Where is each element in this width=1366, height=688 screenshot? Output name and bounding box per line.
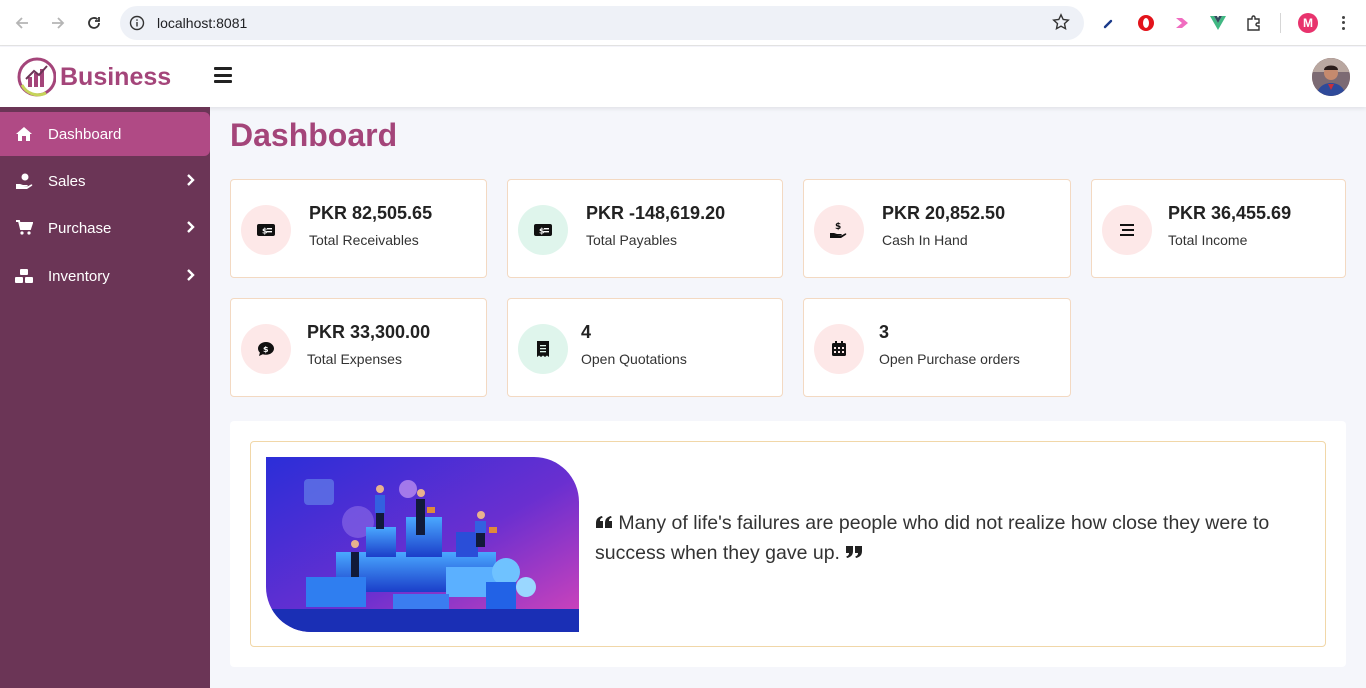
app-logo[interactable]: Business [16,55,171,99]
sidebar-item-purchase[interactable]: Purchase [0,206,210,250]
stat-value: 3 [879,322,890,342]
stat-label: Total Expenses [307,351,402,367]
sidebar-item-label: Dashboard [48,125,122,143]
app-header: Business [0,47,1366,107]
stat-label: Total Income [1168,232,1248,248]
extension-pen-icon[interactable] [1098,12,1120,34]
logo-text: Business [60,62,172,91]
stat-value: 4 [581,322,592,342]
stat-value: PKR 36,455.69 [1168,203,1292,223]
stat-value: PKR 20,852.50 [882,203,1006,223]
home-icon [0,126,48,142]
stat-label: Cash In Hand [882,232,968,248]
quote-text: Many of life's failures are people who d… [595,512,1270,564]
address-bar[interactable]: localhost:8081 [120,6,1084,40]
stat-card-income[interactable]: PKR 36,455.69 Total Income [1091,179,1346,278]
sidebar: Dashboard Sales Purchase Inventory [0,107,210,688]
sidebar-item-label: Purchase [48,219,112,237]
extension-vue-icon[interactable] [1207,12,1229,34]
stat-card-purchase-orders[interactable]: 3 Open Purchase orders [803,298,1071,397]
money-bill-icon: $ [518,205,568,255]
user-avatar[interactable] [1312,58,1350,96]
chevron-right-icon [187,221,195,233]
stat-card-cash-in-hand[interactable]: $ PKR 20,852.50 Cash In Hand [803,179,1071,278]
extensions-puzzle-icon[interactable] [1243,12,1265,34]
calendar-icon [814,324,864,374]
receipt-icon [518,324,568,374]
menu-toggle-icon[interactable] [214,67,232,83]
business-team-illustration [266,457,579,632]
browser-toolbar: localhost:8081 M [0,0,1366,46]
profile-avatar[interactable]: M [1298,13,1318,33]
sidebar-item-label: Inventory [48,267,110,285]
boxes-icon [0,268,48,284]
stat-value: PKR -148,619.20 [586,203,726,223]
svg-text:$: $ [263,345,269,354]
extension-arrow-icon[interactable] [1171,12,1193,34]
stat-value: PKR 33,300.00 [307,322,431,342]
toolbar-divider [1280,13,1281,33]
sidebar-item-label: Sales [48,172,86,190]
chevron-right-icon [187,269,195,281]
browser-menu-icon[interactable] [1336,12,1350,34]
stat-value: PKR 82,505.65 [309,203,433,223]
arrow-left-icon [15,17,28,29]
hand-coin-icon [0,172,48,190]
hand-dollar-icon: $ [814,205,864,255]
sidebar-item-inventory[interactable]: Inventory [0,254,210,298]
quote-card: Many of life's failures are people who d… [250,441,1326,647]
chevron-right-icon [187,174,195,186]
sidebar-item-sales[interactable]: Sales [0,159,210,203]
extension-opera-icon[interactable] [1135,12,1157,34]
stat-card-expenses[interactable]: $ PKR 33,300.00 Total Expenses [230,298,487,397]
lines-icon [1102,205,1152,255]
dollar-chat-icon: $ [241,324,291,374]
quote-close-icon [845,542,863,564]
page-title: Dashboard [230,117,398,153]
bookmark-star-icon[interactable] [1052,13,1070,36]
sidebar-item-dashboard[interactable]: Dashboard [0,112,210,156]
quote-open-icon [595,512,618,534]
back-button[interactable] [4,5,40,41]
quote-panel: Many of life's failures are people who d… [230,421,1346,667]
stat-card-receivables[interactable]: $ PKR 82,505.65 Total Receivables [230,179,487,278]
stat-card-quotations[interactable]: 4 Open Quotations [507,298,783,397]
stat-card-payables[interactable]: $ PKR -148,619.20 Total Payables [507,179,783,278]
svg-text:$: $ [835,222,841,232]
stat-label: Open Quotations [581,351,687,367]
site-info-icon[interactable] [120,15,154,31]
motivational-quote: Many of life's failures are people who d… [595,508,1295,568]
url-text: localhost:8081 [157,15,248,31]
money-bill-icon: $ [241,205,291,255]
stat-label: Total Receivables [309,232,419,248]
cart-icon [0,220,48,236]
stat-label: Open Purchase orders [879,351,1020,367]
stat-label: Total Payables [586,232,678,248]
arrow-right-icon [52,17,65,29]
reload-icon [88,17,100,29]
reload-button[interactable] [76,5,112,41]
business-logo-icon [17,57,56,97]
forward-button[interactable] [40,5,76,41]
